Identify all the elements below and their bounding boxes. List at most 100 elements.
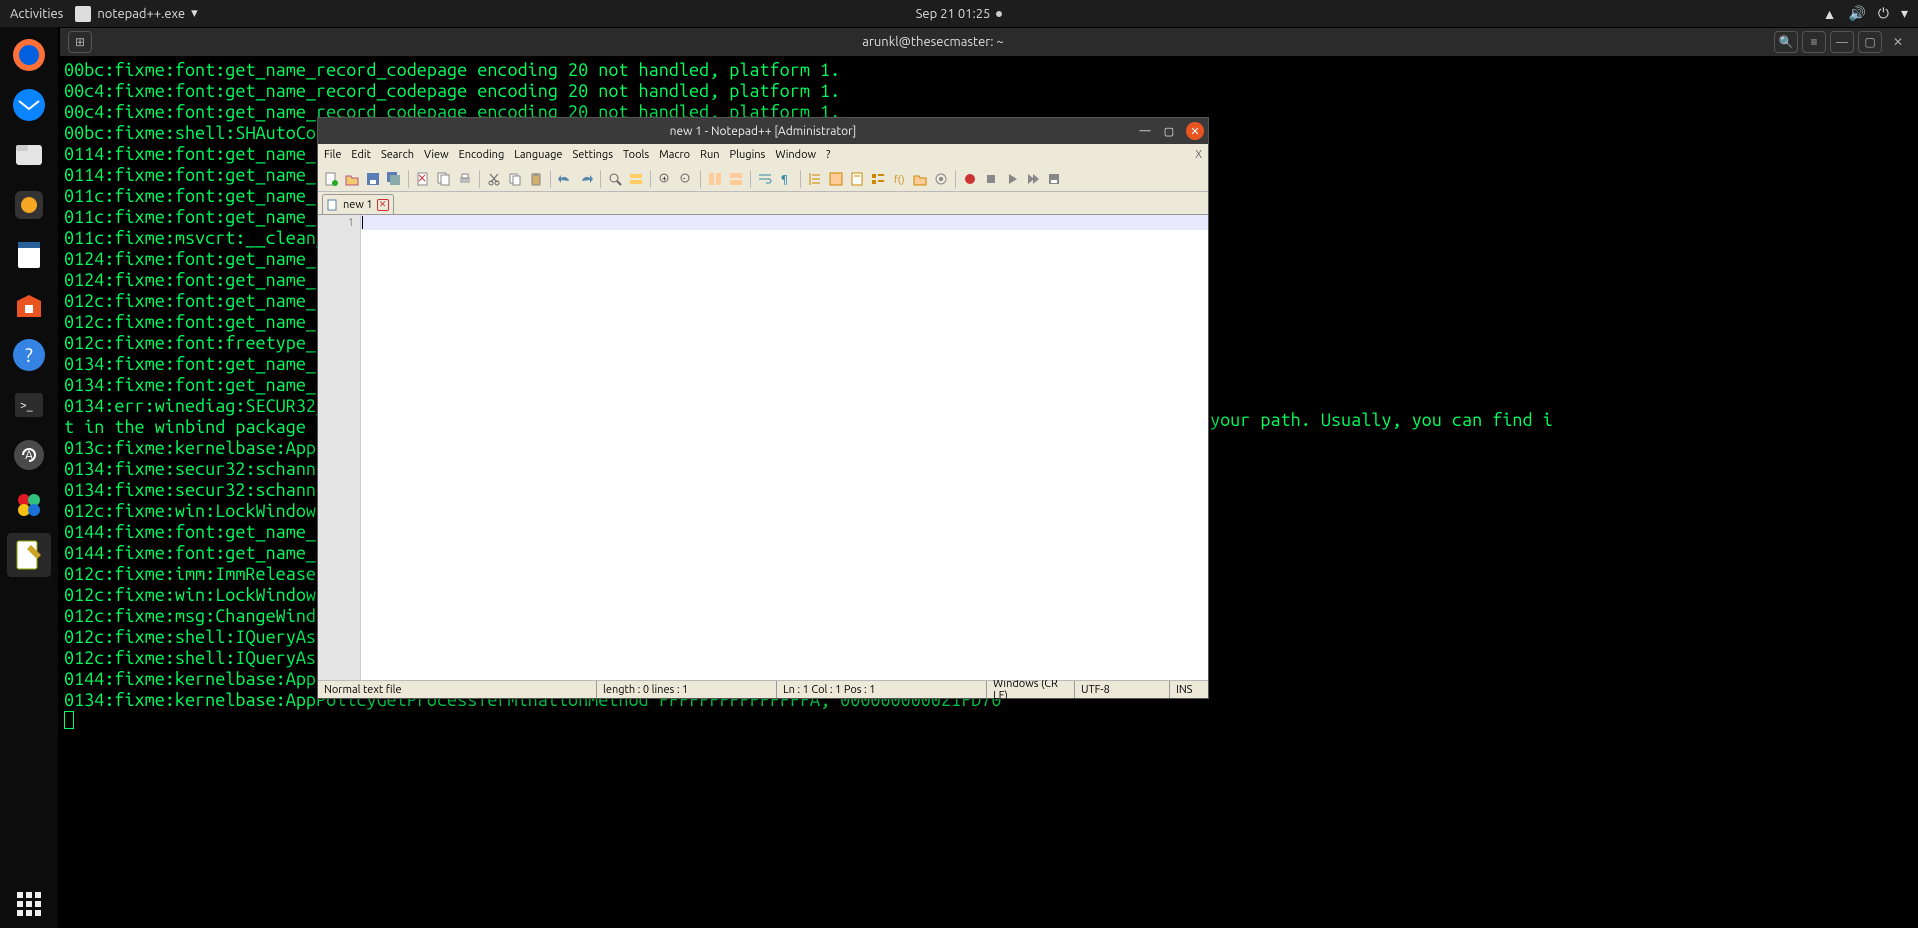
chevron-down-icon: ▾ bbox=[191, 6, 198, 21]
svg-text:>_: >_ bbox=[20, 399, 33, 412]
npp-pin-close[interactable]: X bbox=[1195, 149, 1202, 161]
play-macro-icon[interactable] bbox=[1003, 170, 1021, 188]
paste-icon[interactable] bbox=[527, 170, 545, 188]
dock-terminal[interactable]: >_ bbox=[7, 383, 51, 427]
dock-files[interactable] bbox=[7, 133, 51, 177]
network-icon[interactable]: ▲ bbox=[1823, 6, 1837, 22]
dock-firefox[interactable] bbox=[7, 33, 51, 77]
new-file-icon[interactable] bbox=[322, 170, 340, 188]
npp-tabbar: new 1 ✕ bbox=[318, 192, 1208, 214]
menu-run[interactable]: Run bbox=[700, 149, 719, 161]
dock-thunderbird[interactable] bbox=[7, 83, 51, 127]
menu-edit[interactable]: Edit bbox=[351, 149, 371, 161]
npp-tab-close-icon[interactable]: ✕ bbox=[377, 199, 389, 211]
func-list-icon[interactable]: f() bbox=[890, 170, 908, 188]
volume-icon[interactable]: 🔊 bbox=[1848, 5, 1865, 22]
cut-icon[interactable] bbox=[485, 170, 503, 188]
wordwrap-icon[interactable] bbox=[756, 170, 774, 188]
hamburger-icon[interactable]: ≡ bbox=[1802, 31, 1826, 53]
notification-dot-icon bbox=[996, 11, 1002, 17]
record-macro-icon[interactable] bbox=[961, 170, 979, 188]
svg-text:?: ? bbox=[25, 343, 33, 366]
print-icon[interactable] bbox=[456, 170, 474, 188]
npp-menubar: File Edit Search View Encoding Language … bbox=[318, 144, 1208, 166]
dock-updates[interactable]: A bbox=[7, 433, 51, 477]
npp-textarea[interactable] bbox=[360, 215, 1208, 680]
menu-macro[interactable]: Macro bbox=[659, 149, 690, 161]
notepadpp-window: new 1 - Notepad++ [Administrator] — ▢ ✕ … bbox=[317, 117, 1209, 699]
menu-encoding[interactable]: Encoding bbox=[459, 149, 505, 161]
dock-help[interactable]: ? bbox=[7, 333, 51, 377]
npp-statusbar: Normal text file length : 0 lines : 1 Ln… bbox=[318, 680, 1208, 698]
play-multi-icon[interactable] bbox=[1024, 170, 1042, 188]
activities-button[interactable]: Activities bbox=[10, 7, 63, 21]
terminal-minimize-button[interactable]: — bbox=[1830, 31, 1854, 53]
terminal-maximize-button[interactable]: ▢ bbox=[1858, 31, 1882, 53]
text-caret bbox=[362, 216, 363, 229]
npp-tab-new1[interactable]: new 1 ✕ bbox=[322, 194, 394, 214]
zoom-out-icon[interactable]: - bbox=[677, 170, 695, 188]
dock-rhythmbox[interactable] bbox=[7, 183, 51, 227]
npp-titlebar[interactable]: new 1 - Notepad++ [Administrator] — ▢ ✕ bbox=[318, 118, 1208, 144]
chevron-down-icon[interactable]: ▾ bbox=[1901, 5, 1908, 22]
terminal-titlebar: ⊞ arunkl@thesecmaster: ~ 🔍 ≡ — ▢ ✕ bbox=[60, 28, 1918, 56]
svg-text:A: A bbox=[25, 449, 33, 462]
app-indicator[interactable]: notepad++.exe ▾ bbox=[75, 6, 197, 22]
dock-notepadpp[interactable] bbox=[7, 533, 51, 577]
doc-list-icon[interactable] bbox=[869, 170, 887, 188]
power-icon[interactable]: ⏻ bbox=[1878, 5, 1889, 22]
close-file-icon[interactable] bbox=[414, 170, 432, 188]
npp-minimize-button[interactable]: — bbox=[1138, 124, 1152, 138]
monitoring-icon[interactable] bbox=[932, 170, 950, 188]
find-icon[interactable] bbox=[606, 170, 624, 188]
menu-window[interactable]: Window bbox=[775, 149, 816, 161]
menu-tools[interactable]: Tools bbox=[623, 149, 649, 161]
menu-help[interactable]: ? bbox=[826, 149, 830, 161]
folder-workspace-icon[interactable] bbox=[911, 170, 929, 188]
npp-tab-label: new 1 bbox=[343, 199, 373, 211]
save-icon[interactable] bbox=[364, 170, 382, 188]
svg-text:¶: ¶ bbox=[781, 174, 788, 186]
copy-icon[interactable] bbox=[506, 170, 524, 188]
menu-language[interactable]: Language bbox=[514, 149, 562, 161]
menu-plugins[interactable]: Plugins bbox=[730, 149, 766, 161]
datetime-label[interactable]: Sep 21 01:25 bbox=[916, 7, 991, 21]
close-all-icon[interactable] bbox=[435, 170, 453, 188]
menu-search[interactable]: Search bbox=[381, 149, 414, 161]
search-icon[interactable]: 🔍 bbox=[1774, 31, 1798, 53]
save-macro-icon[interactable] bbox=[1045, 170, 1063, 188]
replace-icon[interactable] bbox=[627, 170, 645, 188]
status-eol: Windows (CR LF) bbox=[986, 681, 1074, 698]
save-all-icon[interactable] bbox=[385, 170, 403, 188]
undo-icon[interactable] bbox=[556, 170, 574, 188]
gnome-topbar: Activities notepad++.exe ▾ Sep 21 01:25 … bbox=[0, 0, 1918, 27]
current-line-highlight bbox=[361, 215, 1208, 230]
lang-udl-icon[interactable] bbox=[827, 170, 845, 188]
open-file-icon[interactable] bbox=[343, 170, 361, 188]
svg-text:f(): f() bbox=[894, 174, 905, 185]
redo-icon[interactable] bbox=[577, 170, 595, 188]
npp-gutter: 1 bbox=[318, 215, 360, 680]
dock-misc-app[interactable] bbox=[7, 483, 51, 527]
dock-writer[interactable] bbox=[7, 233, 51, 277]
apps-grid-button[interactable] bbox=[17, 892, 41, 916]
status-position: Ln : 1 Col : 1 Pos : 1 bbox=[776, 681, 986, 698]
menu-settings[interactable]: Settings bbox=[573, 149, 614, 161]
npp-toolbar: + - ¶ f() bbox=[318, 166, 1208, 192]
allchars-icon[interactable]: ¶ bbox=[777, 170, 795, 188]
terminal-close-button[interactable]: ✕ bbox=[1886, 31, 1910, 53]
sync-h-icon[interactable] bbox=[727, 170, 745, 188]
doc-map-icon[interactable] bbox=[848, 170, 866, 188]
zoom-in-icon[interactable]: + bbox=[656, 170, 674, 188]
npp-maximize-button[interactable]: ▢ bbox=[1162, 124, 1176, 138]
stop-macro-icon[interactable] bbox=[982, 170, 1000, 188]
dock-software[interactable] bbox=[7, 283, 51, 327]
menu-view[interactable]: View bbox=[424, 149, 449, 161]
menu-file[interactable]: File bbox=[324, 149, 341, 161]
terminal-new-tab-button[interactable]: ⊞ bbox=[68, 31, 92, 53]
status-encoding: UTF-8 bbox=[1074, 681, 1169, 698]
sync-v-icon[interactable] bbox=[706, 170, 724, 188]
file-tab-icon bbox=[327, 199, 339, 211]
npp-close-button[interactable]: ✕ bbox=[1186, 122, 1204, 140]
indent-guide-icon[interactable] bbox=[806, 170, 824, 188]
